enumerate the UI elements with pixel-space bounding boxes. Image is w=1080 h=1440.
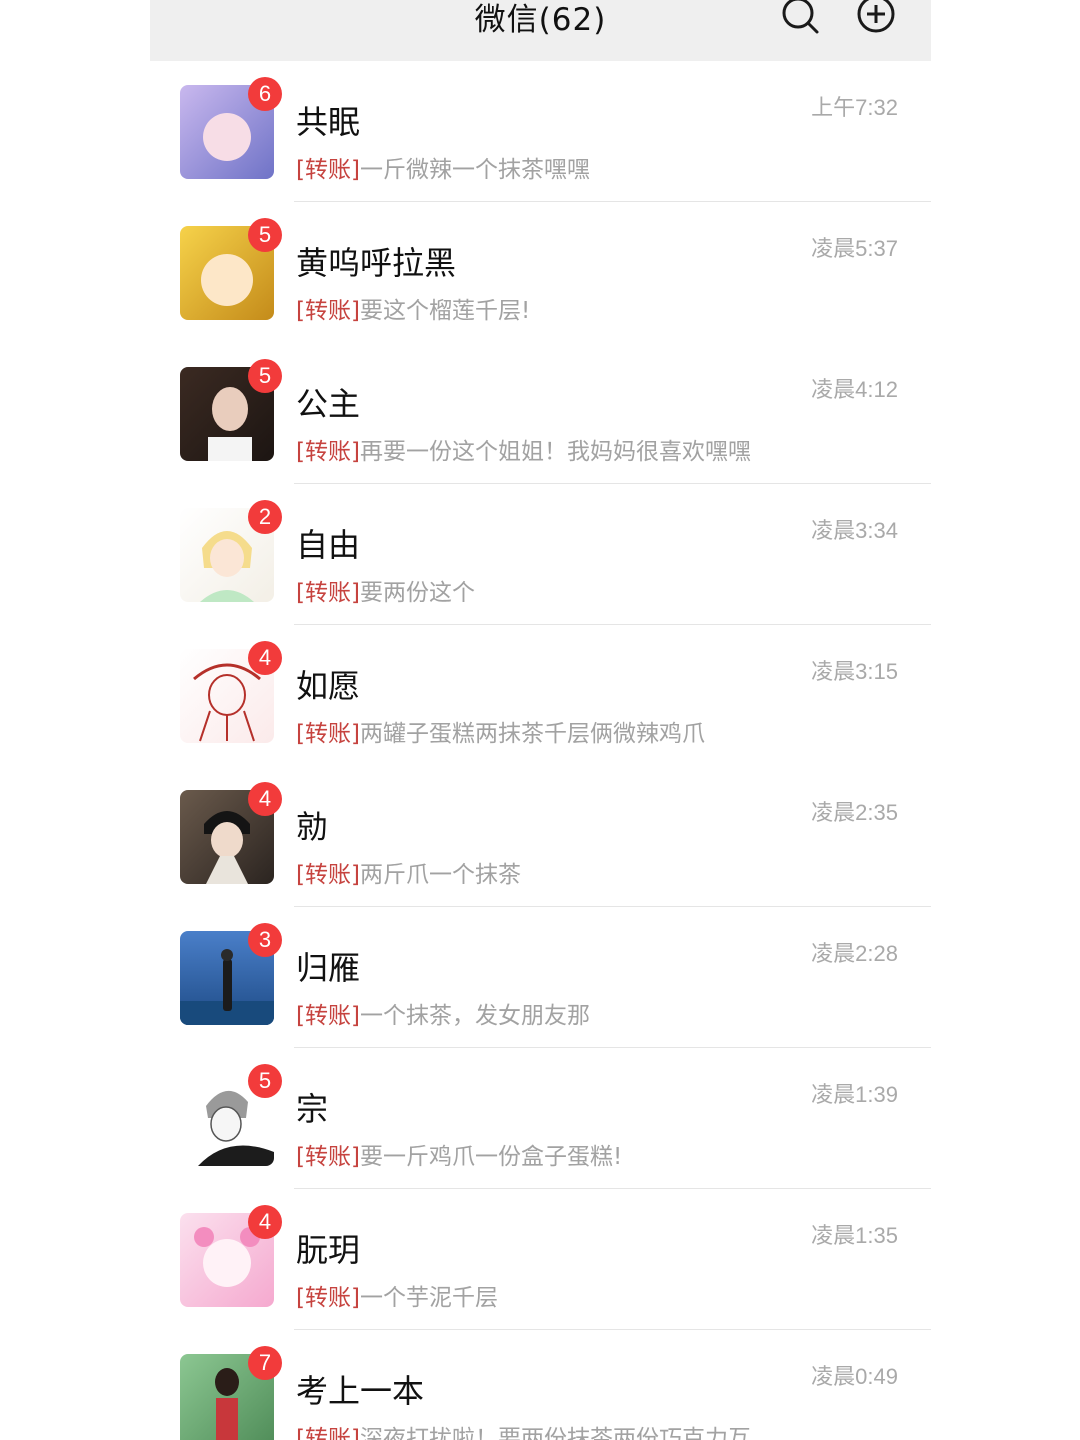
message-time: 凌晨5:37 xyxy=(811,236,898,261)
chat-item[interactable]: 6 共眠 上午7:32 [转账]一斤微辣一个抹茶嘿嘿 xyxy=(150,61,931,202)
transfer-tag: [转账] xyxy=(296,1285,360,1311)
message-time: 凌晨1:35 xyxy=(811,1223,898,1248)
message-preview: [转账]两斤爪一个抹茶 xyxy=(296,855,896,889)
message-text: 要一斤鸡爪一份盒子蛋糕! xyxy=(359,1144,623,1170)
search-icon[interactable] xyxy=(780,0,820,36)
unread-badge: 7 xyxy=(248,1346,282,1380)
chat-item[interactable]: 2 自由 凌晨3:34 [转账]要两份这个 xyxy=(150,484,931,625)
transfer-tag: [转账] xyxy=(296,1426,360,1440)
unread-badge: 6 xyxy=(248,77,282,111)
contact-name: 宗 xyxy=(296,1090,329,1128)
message-preview: [转账]一个芋泥千层 xyxy=(296,1278,896,1312)
top-bar: 微信(62) xyxy=(150,0,931,61)
chat-list: 6 共眠 上午7:32 [转账]一斤微辣一个抹茶嘿嘿 5 黄呜呼拉黑 凌晨5:3… xyxy=(150,61,931,1440)
chat-item[interactable]: 5 公主 凌晨4:12 [转账]再要一份这个姐姐！我妈妈很喜欢嘿嘿 xyxy=(150,343,931,484)
transfer-tag: [转账] xyxy=(296,862,360,888)
contact-name: 自由 xyxy=(296,526,361,564)
message-time: 凌晨3:34 xyxy=(811,518,898,543)
contact-name: 黄呜呼拉黑 xyxy=(296,244,457,282)
chat-item[interactable]: 5 黄呜呼拉黑 凌晨5:37 [转账]要这个榴莲千层! xyxy=(150,202,931,343)
contact-name: 朊玥 xyxy=(296,1231,361,1269)
message-time: 凌晨2:28 xyxy=(811,941,898,966)
message-time: 上午7:32 xyxy=(811,95,898,120)
message-text: 一个芋泥千层 xyxy=(359,1285,498,1311)
message-time: 凌晨4:12 xyxy=(811,377,898,402)
message-preview: [转账]要这个榴莲千层! xyxy=(296,291,896,325)
message-text: 要两份这个 xyxy=(359,580,475,606)
message-text: 一斤微辣一个抹茶嘿嘿 xyxy=(359,157,590,183)
unread-badge: 5 xyxy=(248,218,282,252)
unread-badge: 4 xyxy=(248,1205,282,1239)
unread-badge: 5 xyxy=(248,359,282,393)
transfer-tag: [转账] xyxy=(296,157,360,183)
unread-badge: 2 xyxy=(248,500,282,534)
chat-item[interactable]: 7 考上一本 凌晨0:49 [转账]深夜打扰啦！要两份抹茶两份巧克力互... xyxy=(150,1330,931,1440)
chat-item[interactable]: 4 勍 凌晨2:35 [转账]两斤爪一个抹茶 xyxy=(150,766,931,907)
unread-badge: 4 xyxy=(248,782,282,816)
message-preview: [转账]要一斤鸡爪一份盒子蛋糕! xyxy=(296,1137,896,1171)
contact-name: 勍 xyxy=(296,808,329,846)
message-preview: [转账]深夜打扰啦！要两份抹茶两份巧克力互... xyxy=(296,1419,896,1440)
message-preview: [转账]两罐子蛋糕两抹茶千层俩微辣鸡爪 xyxy=(296,714,896,748)
unread-badge: 4 xyxy=(248,641,282,675)
unread-badge: 5 xyxy=(248,1064,282,1098)
message-time: 凌晨3:15 xyxy=(811,659,898,684)
contact-name: 考上一本 xyxy=(296,1372,425,1410)
message-text: 两斤爪一个抹茶 xyxy=(359,862,521,888)
transfer-tag: [转账] xyxy=(296,1144,360,1170)
message-preview: [转账]一个抹茶，发女朋友那 xyxy=(296,996,896,1030)
unread-badge: 3 xyxy=(248,923,282,957)
message-text: 两罐子蛋糕两抹茶千层俩微辣鸡爪 xyxy=(359,721,705,747)
transfer-tag: [转账] xyxy=(296,721,360,747)
message-text: 要这个榴莲千层! xyxy=(359,298,531,324)
wechat-screen: 微信(62) 6 共眠 上午7:32 [转账]一斤微辣一个抹茶嘿嘿 5 黄呜呼拉… xyxy=(150,0,931,1440)
message-text: 一个抹茶，发女朋友那 xyxy=(359,1003,590,1029)
message-time: 凌晨1:39 xyxy=(811,1082,898,1107)
message-preview: [转账]要两份这个 xyxy=(296,573,896,607)
contact-name: 归雁 xyxy=(296,949,361,987)
message-time: 凌晨2:35 xyxy=(811,800,898,825)
contact-name: 共眠 xyxy=(296,103,361,141)
transfer-tag: [转账] xyxy=(296,1003,360,1029)
contact-name: 如愿 xyxy=(296,667,361,705)
contact-name: 公主 xyxy=(296,385,361,423)
message-text: 再要一份这个姐姐！我妈妈很喜欢嘿嘿 xyxy=(359,439,751,465)
transfer-tag: [转账] xyxy=(296,298,360,324)
message-time: 凌晨0:49 xyxy=(811,1364,898,1389)
message-preview: [转账]一斤微辣一个抹茶嘿嘿 xyxy=(296,150,896,184)
chat-item[interactable]: 4 如愿 凌晨3:15 [转账]两罐子蛋糕两抹茶千层俩微辣鸡爪 xyxy=(150,625,931,766)
chat-item[interactable]: 4 朊玥 凌晨1:35 [转账]一个芋泥千层 xyxy=(150,1189,931,1330)
transfer-tag: [转账] xyxy=(296,580,360,606)
transfer-tag: [转账] xyxy=(296,439,360,465)
chat-item[interactable]: 5 宗 凌晨1:39 [转账]要一斤鸡爪一份盒子蛋糕! xyxy=(150,1048,931,1189)
message-text: 深夜打扰啦！要两份抹茶两份巧克力互... xyxy=(359,1426,773,1440)
message-preview: [转账]再要一份这个姐姐！我妈妈很喜欢嘿嘿 xyxy=(296,432,896,466)
chat-item[interactable]: 3 归雁 凌晨2:28 [转账]一个抹茶，发女朋友那 xyxy=(150,907,931,1048)
plus-circle-icon[interactable] xyxy=(856,0,896,36)
